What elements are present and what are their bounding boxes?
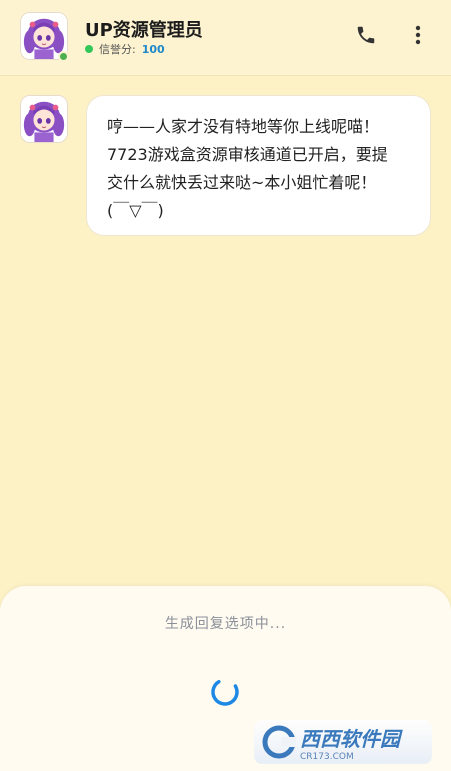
generating-status-text: 生成回复选项中... <box>164 616 287 632</box>
more-vertical-icon <box>415 25 421 45</box>
message-line: 7723游戏盒资源审核通道已开启，要提 <box>107 145 388 164</box>
page-title: UP资源管理员 <box>85 20 203 41</box>
loading-spinner-icon <box>211 678 239 706</box>
watermark-text: 西西软件园 CR173.COM <box>300 723 400 762</box>
watermark-main: 西西软件园 <box>300 726 400 751</box>
call-button[interactable] <box>353 22 379 48</box>
phone-icon <box>357 26 375 44</box>
message-line: 交什么就快丢过来哒~本小姐忙着呢！ <box>107 173 377 192</box>
anime-girl-avatar-icon <box>21 96 67 142</box>
message-bubble: 哼——人家才没有特地等你上线呢喵！ 7723游戏盒资源审核通道已开启，要提 交什… <box>86 95 431 236</box>
watermark-sub: CR173.COM <box>300 751 354 762</box>
status-dot <box>85 45 93 53</box>
chat-header: UP资源管理员 信誉分: 100 <box>0 0 451 76</box>
reputation-label: 信誉分: <box>99 43 136 56</box>
reputation-row: 信誉分: 100 <box>85 41 165 57</box>
online-indicator <box>58 51 69 62</box>
reputation-value: 100 <box>141 42 165 56</box>
site-watermark: 西西软件园 CR173.COM <box>254 720 432 764</box>
watermark-logo-icon <box>262 725 296 759</box>
message-line: 哼——人家才没有特地等你上线呢喵！ <box>107 117 380 136</box>
message-line: (￣▽￣) <box>107 201 164 220</box>
more-options-button[interactable] <box>405 22 431 48</box>
message-avatar[interactable] <box>20 95 68 143</box>
